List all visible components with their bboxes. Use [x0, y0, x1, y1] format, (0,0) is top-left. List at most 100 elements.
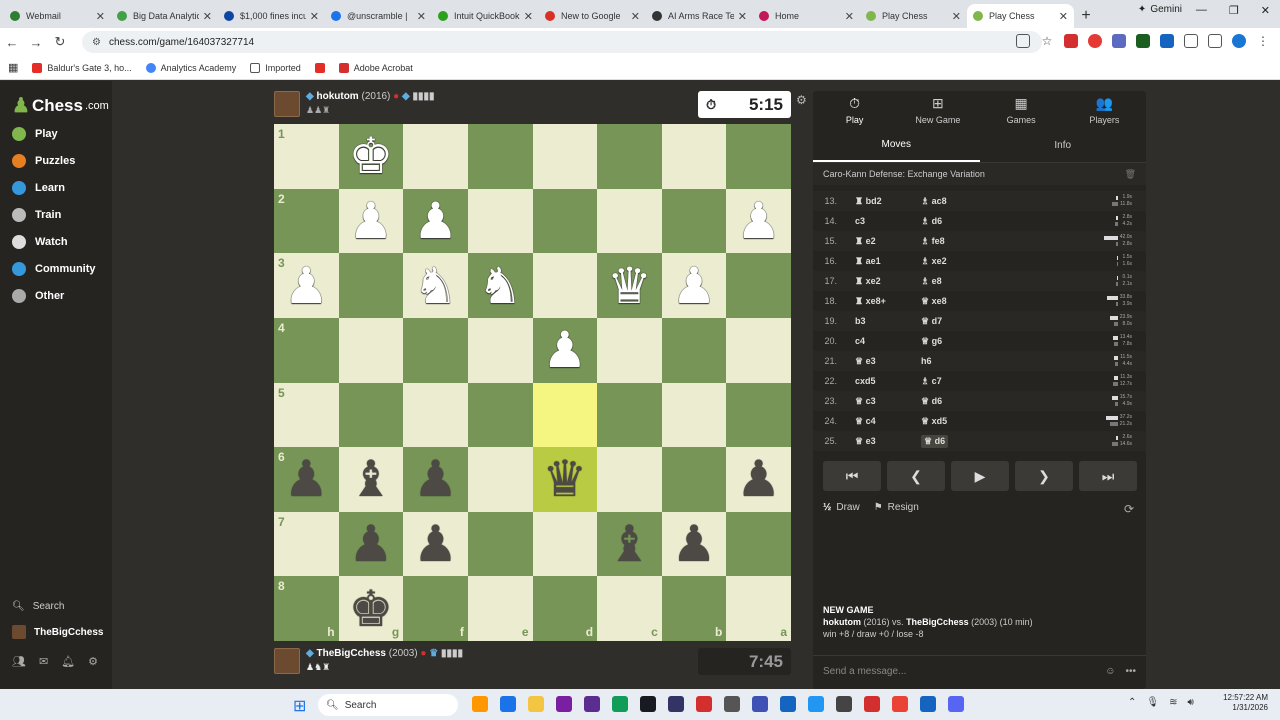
board-square[interactable]: 8h: [274, 576, 339, 641]
board-square[interactable]: g ♚: [338, 576, 404, 641]
black-move[interactable]: h6: [921, 356, 932, 366]
taskbar-app-icon[interactable]: [528, 696, 544, 712]
board-square[interactable]: [726, 382, 791, 448]
tab-new-game[interactable]: ⊞ New Game: [896, 91, 979, 129]
board-square[interactable]: e: [467, 576, 533, 641]
mic-icon[interactable]: 🎙︎: [1146, 697, 1159, 708]
browser-tab[interactable]: New to Google ✕: [539, 4, 646, 28]
white-move[interactable]: ♕ e3: [855, 356, 876, 367]
sidebar-item-other[interactable]: Other: [12, 289, 64, 303]
black-piece[interactable]: ♚: [349, 584, 394, 634]
board-square[interactable]: [661, 382, 727, 448]
board-square[interactable]: [467, 511, 533, 577]
board-square[interactable]: ♟: [661, 253, 727, 318]
white-piece[interactable]: ♛: [607, 261, 652, 311]
close-tab-icon[interactable]: ✕: [738, 10, 747, 23]
taskbar-app-icon[interactable]: [584, 696, 600, 712]
white-piece[interactable]: ♟: [672, 261, 717, 311]
black-move[interactable]: ♕ g6: [921, 336, 942, 347]
chat-input[interactable]: Send a message... ☺ •••: [813, 655, 1146, 687]
board-square[interactable]: ♟: [338, 511, 404, 577]
white-move[interactable]: ♕ e3: [855, 436, 876, 447]
player-name[interactable]: ◆ hokutom (2016) ● ◆ ▮▮▮▮: [306, 91, 435, 102]
taskbar-search[interactable]: 🔍︎ Search: [318, 694, 458, 716]
chess-board[interactable]: 1 ♚ 2 ♟ ♟ ♟ 3 ♟ ♞ ♞ ♛ ♟ 4 ♟ 5 6 ♟ ♝ ♟ ♛ ♟ 7 ♟ ♟ ♝ ♟ 8 h g ♚ f e d c b a: [274, 124, 791, 641]
flip-board-icon[interactable]: ⟳: [1124, 502, 1134, 516]
previous-move-button[interactable]: ❮: [887, 461, 945, 491]
board-square[interactable]: [338, 317, 404, 383]
back-icon[interactable]: ←: [0, 35, 24, 50]
board-square[interactable]: 4: [274, 317, 339, 383]
first-move-button[interactable]: ⏮: [823, 461, 881, 491]
board-square[interactable]: 3 ♟: [274, 253, 339, 318]
board-square[interactable]: f: [403, 576, 468, 641]
board-square[interactable]: [597, 382, 662, 448]
white-move[interactable]: ♜ ae1: [855, 256, 881, 267]
black-move[interactable]: ♕ d7: [921, 316, 942, 327]
close-tab-icon[interactable]: ✕: [310, 10, 319, 23]
settings-icon[interactable]: ⚙: [88, 655, 98, 668]
taskbar-app-icon[interactable]: [836, 696, 852, 712]
white-piece[interactable]: ♚: [349, 131, 394, 181]
apps-grid-icon[interactable]: ▦: [8, 61, 18, 74]
menu-icon[interactable]: ⋮: [1256, 34, 1270, 48]
bookmark-item[interactable]: Adobe Acrobat: [338, 62, 413, 73]
white-move[interactable]: ♜ xe2: [855, 276, 881, 287]
extension-icon[interactable]: [1136, 34, 1150, 48]
close-tab-icon[interactable]: ✕: [845, 10, 854, 23]
close-tab-icon[interactable]: ✕: [417, 10, 426, 23]
profile-avatar[interactable]: [1232, 34, 1246, 48]
board-square[interactable]: ♝: [338, 447, 404, 512]
black-move[interactable]: ♗ xe2: [921, 256, 947, 267]
board-square[interactable]: [661, 124, 727, 189]
browser-tab[interactable]: Intuit QuickBook ✕: [432, 4, 539, 28]
black-piece[interactable]: ♟: [736, 454, 781, 504]
board-square[interactable]: [597, 447, 662, 512]
white-piece[interactable]: ♞: [478, 261, 523, 311]
browser-tab[interactable]: AI Arms Race Te ✕: [646, 4, 753, 28]
sidebar-item-community[interactable]: Community: [12, 262, 96, 276]
wifi-icon[interactable]: ≋: [1169, 697, 1177, 708]
white-move[interactable]: ♕ c4: [855, 416, 876, 427]
player-name[interactable]: ◆ TheBigCchess (2003) ● ♛ ▮▮▮▮: [306, 648, 463, 659]
board-square[interactable]: [532, 124, 598, 189]
taskbar-app-icon[interactable]: [920, 696, 936, 712]
browser-tab[interactable]: Home ✕: [753, 4, 860, 28]
white-piece[interactable]: ♟: [542, 325, 587, 375]
board-square[interactable]: ♞: [467, 253, 533, 318]
board-square[interactable]: [403, 124, 468, 189]
taskbar-app-icon[interactable]: [640, 696, 656, 712]
white-piece[interactable]: ♟: [736, 196, 781, 246]
board-square[interactable]: [532, 382, 598, 448]
clock-tray[interactable]: 12:57:22 AM 1/31/2026: [1223, 693, 1268, 713]
avatar[interactable]: [274, 648, 300, 674]
sidebar-item-puzzles[interactable]: Puzzles: [12, 154, 75, 168]
black-move[interactable]: ♗ d6: [921, 216, 942, 227]
white-move[interactable]: ♜ xe8+: [855, 296, 886, 307]
board-square[interactable]: [338, 382, 404, 448]
board-square[interactable]: ♛: [532, 447, 598, 512]
browser-tab[interactable]: Play Chess ✕: [967, 4, 1074, 28]
board-square[interactable]: d: [532, 576, 598, 641]
board-square[interactable]: ♟: [726, 447, 791, 512]
forward-icon[interactable]: →: [24, 35, 48, 50]
black-move[interactable]: ♕ xe8: [921, 296, 947, 307]
board-square[interactable]: [403, 317, 468, 383]
draw-button[interactable]: ½ Draw: [823, 502, 860, 513]
white-move[interactable]: ♜ e2: [855, 236, 876, 247]
tab-moves[interactable]: Moves: [813, 129, 980, 162]
tab-games[interactable]: ▦ Games: [980, 91, 1063, 129]
white-piece[interactable]: ♟: [284, 261, 329, 311]
sidebar-item-play[interactable]: Play: [12, 127, 58, 141]
black-piece[interactable]: ♛: [542, 454, 587, 504]
play-button[interactable]: ▶: [951, 461, 1009, 491]
taskbar-app-icon[interactable]: [668, 696, 684, 712]
taskbar-app-icon[interactable]: [724, 696, 740, 712]
black-piece[interactable]: ♟: [413, 454, 458, 504]
board-square[interactable]: [467, 317, 533, 383]
board-square[interactable]: [532, 188, 598, 254]
white-piece[interactable]: ♟: [413, 196, 458, 246]
tab-players[interactable]: 👥 Players: [1063, 91, 1146, 129]
volume-icon[interactable]: 🔊︎: [1187, 697, 1193, 708]
url-field[interactable]: ⚙ chess.com/game/164037327714: [82, 31, 1042, 53]
